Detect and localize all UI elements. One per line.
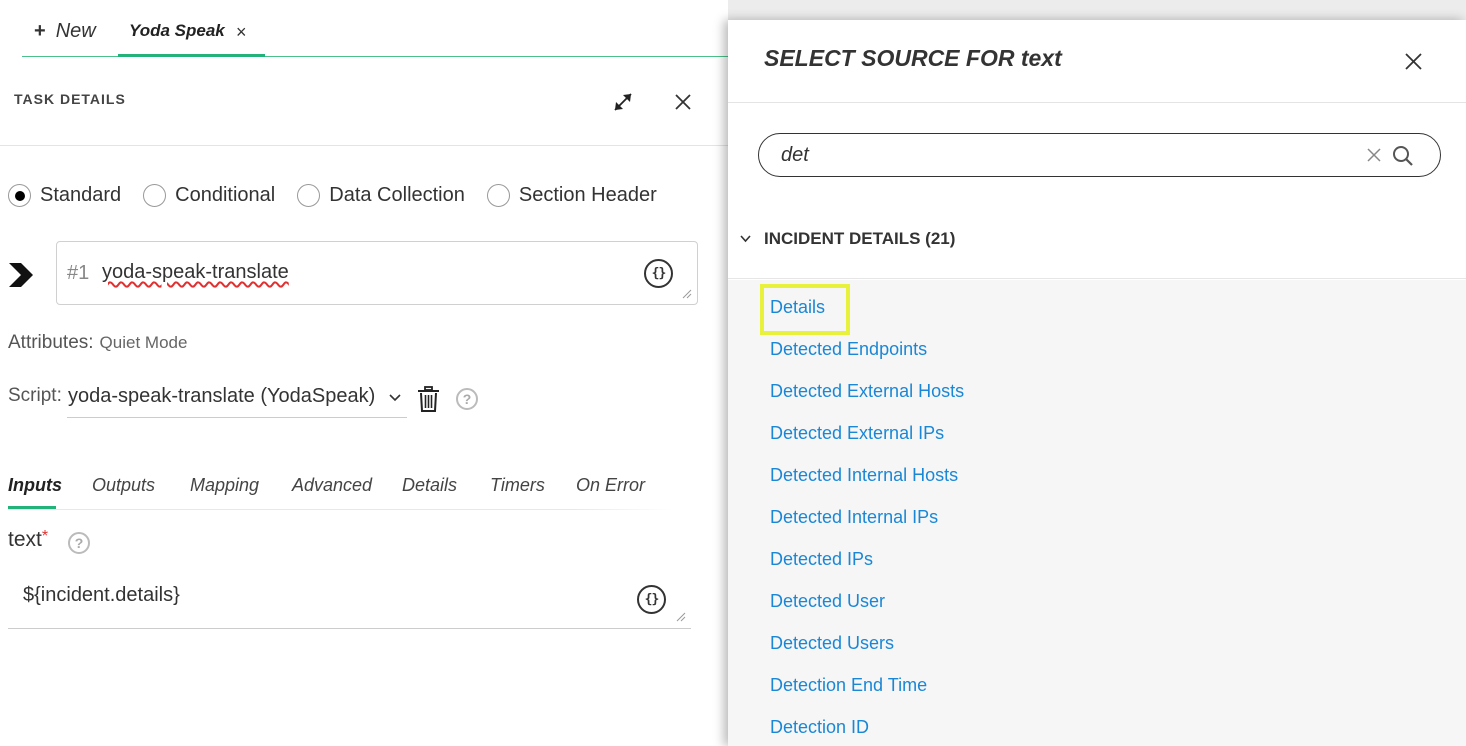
header-divider xyxy=(0,145,728,146)
text-input-field[interactable]: ${incident.details} {} xyxy=(8,568,691,629)
tab-new-label: New xyxy=(55,20,96,42)
resize-grip-icon[interactable] xyxy=(682,289,692,299)
overlay-backdrop xyxy=(728,0,1466,20)
radio-conditional-circle[interactable] xyxy=(143,183,167,207)
radio-data-collection[interactable]: Data Collection xyxy=(297,183,465,207)
text-input-value[interactable]: ${incident.details} xyxy=(23,584,180,607)
text-input-label-text: text xyxy=(8,528,42,551)
code-braces-icon[interactable]: {} xyxy=(644,259,673,288)
chevron-down-icon[interactable] xyxy=(389,393,401,403)
task-name-value[interactable]: yoda-speak-translate xyxy=(102,261,289,284)
script-select[interactable]: yoda-speak-translate (YodaSpeak) xyxy=(67,378,407,418)
chevron-down-icon[interactable] xyxy=(740,234,751,243)
list-item-detected-user[interactable]: Detected User xyxy=(770,591,885,612)
radio-standard-circle[interactable] xyxy=(8,183,31,207)
list-item-detected-endpoints[interactable]: Detected Endpoints xyxy=(770,339,927,360)
search-icon[interactable] xyxy=(1392,145,1414,167)
radio-section-header[interactable]: Section Header xyxy=(486,183,657,207)
source-list: Details Detected Endpoints Detected Exte… xyxy=(728,280,1466,746)
code-braces-icon[interactable]: {} xyxy=(637,585,666,614)
incident-details-group-header[interactable]: INCIDENT DETAILS (21) xyxy=(728,213,1466,279)
list-item-detected-users[interactable]: Detected Users xyxy=(770,633,894,654)
list-item-details[interactable]: Details xyxy=(770,297,825,318)
list-item-detected-ips[interactable]: Detected IPs xyxy=(770,549,873,570)
tab-advanced[interactable]: Advanced xyxy=(292,475,372,496)
script-label: Script: xyxy=(8,385,62,406)
radio-conditional-label: Conditional xyxy=(175,183,276,206)
clear-icon[interactable] xyxy=(1367,148,1381,162)
tab-outputs[interactable]: Outputs xyxy=(92,475,155,496)
trash-icon[interactable] xyxy=(417,386,440,412)
radio-data-collection-circle[interactable] xyxy=(297,183,321,207)
subtabs-divider xyxy=(8,509,673,510)
tab-timers[interactable]: Timers xyxy=(490,475,545,496)
plus-icon: + xyxy=(34,20,46,42)
search-input[interactable] xyxy=(781,140,1341,170)
list-item-detected-external-ips[interactable]: Detected External IPs xyxy=(770,423,944,444)
task-number: #1 xyxy=(67,262,90,284)
text-help-icon[interactable]: ? xyxy=(68,532,90,554)
detail-subtabs: Inputs Outputs Mapping Advanced Details … xyxy=(8,472,673,510)
attributes-label: Attributes: xyxy=(8,332,94,353)
tab-yoda-speak-label: Yoda Speak xyxy=(129,21,225,40)
tab-on-error[interactable]: On Error xyxy=(576,475,645,496)
attributes-value: Quiet Mode xyxy=(99,333,188,352)
radio-standard-label: Standard xyxy=(40,183,122,206)
radio-data-collection-label: Data Collection xyxy=(329,183,465,206)
search-box xyxy=(758,133,1441,177)
list-item-detection-end-time[interactable]: Detection End Time xyxy=(770,675,927,696)
tab-inputs[interactable]: Inputs xyxy=(8,475,62,496)
task-name-field[interactable]: #1 yoda-speak-translate {} xyxy=(56,241,698,305)
script-help-icon[interactable]: ? xyxy=(456,388,478,410)
close-icon[interactable] xyxy=(1405,53,1422,70)
tab-bar: + New Yoda Speak × xyxy=(22,12,728,57)
text-input-label: text* xyxy=(8,528,48,552)
group-title: INCIDENT DETAILS (21) xyxy=(764,229,956,248)
attributes-row: Attributes: Quiet Mode xyxy=(8,332,187,354)
list-item-detection-id[interactable]: Detection ID xyxy=(770,717,869,738)
select-source-title: SELECT SOURCE FOR text xyxy=(764,45,1062,71)
tab-mapping[interactable]: Mapping xyxy=(190,475,259,496)
active-subtab-indicator xyxy=(8,506,56,509)
chevron-right-icon xyxy=(9,263,33,287)
task-details-header: TASK DETAILS xyxy=(14,91,126,107)
tab-close-icon[interactable]: × xyxy=(236,22,247,43)
list-item-detected-internal-hosts[interactable]: Detected Internal Hosts xyxy=(770,465,958,486)
select-source-panel: SELECT SOURCE FOR text INCIDENT DETAILS … xyxy=(728,20,1466,746)
tab-details[interactable]: Details xyxy=(402,475,457,496)
radio-section-header-circle[interactable] xyxy=(486,183,510,207)
radio-standard[interactable]: Standard xyxy=(8,183,122,207)
expand-icon[interactable] xyxy=(611,90,635,114)
list-item-detected-external-hosts[interactable]: Detected External Hosts xyxy=(770,381,964,402)
radio-section-header-label: Section Header xyxy=(518,183,657,206)
radio-conditional[interactable]: Conditional xyxy=(143,183,276,207)
task-details-panel: + New Yoda Speak × TASK DETAILS Standard … xyxy=(0,0,728,746)
close-panel-icon[interactable] xyxy=(674,93,692,111)
script-select-value: yoda-speak-translate (YodaSpeak) xyxy=(68,385,376,407)
resize-grip-icon[interactable] xyxy=(676,612,686,622)
panel-header-divider xyxy=(728,102,1466,103)
tab-new[interactable]: + New xyxy=(34,20,96,43)
tab-yoda-speak[interactable]: Yoda Speak × xyxy=(118,12,265,57)
task-type-radio-group: Standard Conditional Data Collection Sec… xyxy=(8,180,679,210)
required-marker: * xyxy=(41,528,49,545)
list-item-detected-internal-ips[interactable]: Detected Internal IPs xyxy=(770,507,938,528)
